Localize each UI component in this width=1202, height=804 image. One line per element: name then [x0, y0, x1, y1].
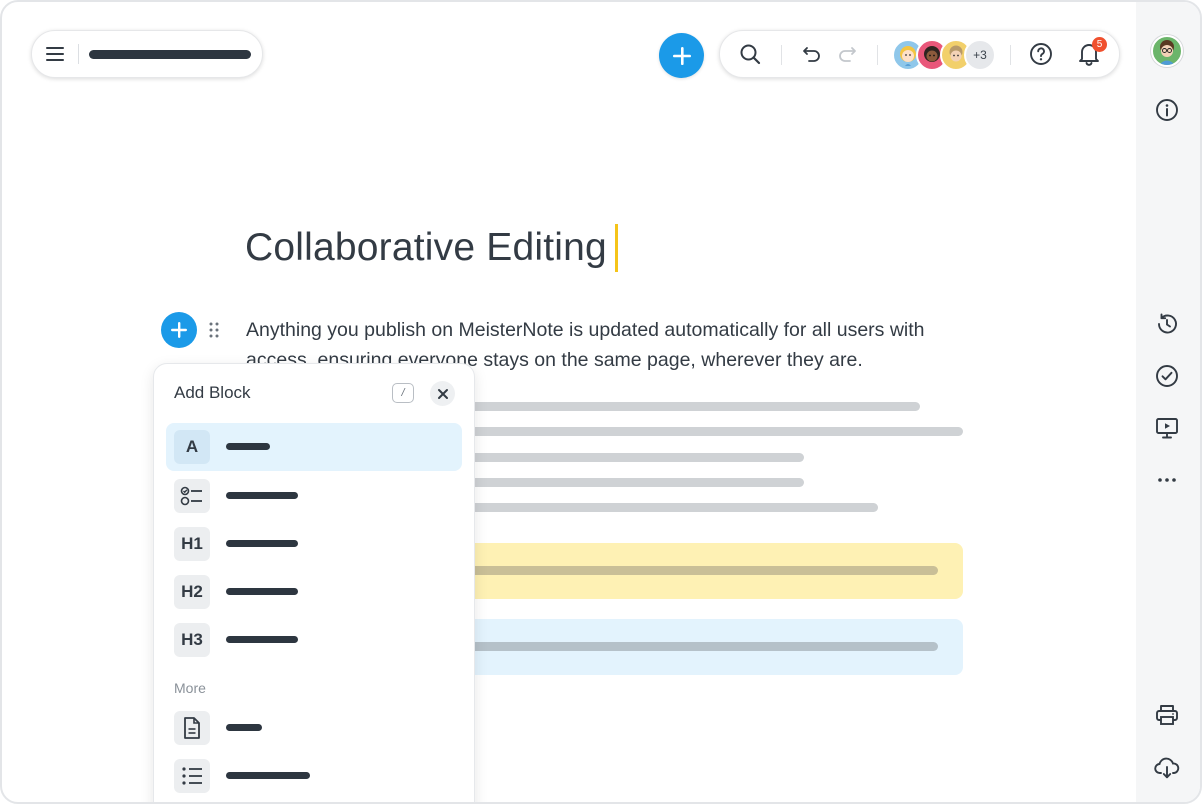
placeholder-line — [432, 478, 804, 487]
close-button[interactable] — [430, 381, 455, 406]
block-option-text[interactable]: A — [166, 423, 462, 471]
divider — [781, 45, 782, 65]
placeholder-line — [462, 642, 938, 651]
option-label — [226, 443, 270, 450]
divider — [877, 45, 878, 65]
option-label — [226, 724, 262, 731]
tasks-button[interactable] — [1152, 361, 1182, 391]
block-option-bulleted-list[interactable] — [166, 752, 462, 800]
block-option-heading-1[interactable]: H1 — [166, 520, 462, 568]
notification-badge: 5 — [1092, 37, 1107, 52]
presentation-icon — [1156, 418, 1178, 439]
info-icon — [1156, 99, 1178, 121]
block-option-heading-2[interactable]: H2 — [166, 568, 462, 616]
add-block-menu: Add Block / A H1 H2 H3 More — [153, 363, 475, 802]
page-icon — [174, 711, 210, 745]
check-circle-icon — [1156, 365, 1178, 387]
cloud-download-icon — [1154, 757, 1180, 779]
toolbar: +3 5 — [719, 30, 1120, 78]
download-button[interactable] — [1152, 753, 1182, 783]
help-circle-icon — [1030, 43, 1052, 65]
hamburger-menu-icon — [46, 47, 64, 61]
placeholder-line — [432, 503, 878, 512]
search-button[interactable] — [736, 40, 764, 68]
document-name[interactable] — [89, 49, 251, 59]
callout-blue[interactable] — [432, 619, 963, 675]
redo-icon — [839, 47, 856, 62]
placeholder-line — [432, 402, 920, 411]
plus-icon — [672, 46, 691, 65]
bulleted-list-icon — [174, 759, 210, 793]
user-avatar[interactable] — [1151, 35, 1183, 67]
shortcut-hint: / — [392, 383, 414, 403]
divider — [78, 44, 79, 64]
drag-handle-icon[interactable] — [207, 321, 221, 339]
print-button[interactable] — [1152, 700, 1182, 730]
block-option-page[interactable] — [166, 704, 462, 752]
block-option-checklist[interactable] — [166, 472, 462, 520]
right-sidebar — [1136, 2, 1200, 802]
heading-1-icon: H1 — [174, 527, 210, 561]
callout-yellow[interactable] — [432, 543, 963, 599]
option-label — [226, 772, 310, 779]
document-title-text[interactable]: Collaborative Editing — [245, 226, 607, 270]
divider — [1010, 45, 1011, 65]
undo-icon — [803, 47, 820, 62]
more-collaborators[interactable]: +3 — [964, 39, 996, 71]
plus-icon — [171, 322, 187, 338]
close-icon — [437, 388, 448, 399]
option-label — [226, 588, 298, 595]
block-option-heading-3[interactable]: H3 — [166, 616, 462, 664]
history-button[interactable] — [1152, 309, 1182, 339]
option-label — [226, 636, 298, 643]
add-block-title: Add Block — [174, 383, 251, 402]
history-icon — [1158, 313, 1177, 334]
undo-button[interactable] — [798, 40, 826, 68]
search-icon — [740, 44, 761, 65]
app-window: +3 5 Collaborative Editing Anything you … — [0, 0, 1202, 804]
redo-button[interactable] — [833, 40, 861, 68]
option-label — [226, 492, 298, 499]
more-button[interactable] — [1152, 465, 1182, 495]
block-add-button[interactable] — [161, 312, 197, 348]
heading-3-icon: H3 — [174, 623, 210, 657]
placeholder-line — [432, 427, 963, 436]
add-button[interactable] — [659, 33, 704, 78]
option-label — [226, 540, 298, 547]
document-title[interactable]: Collaborative Editing — [245, 224, 618, 272]
placeholder-line — [432, 453, 804, 462]
present-button[interactable] — [1152, 413, 1182, 443]
text-icon: A — [174, 430, 210, 464]
checklist-icon — [174, 479, 210, 513]
heading-2-icon: H2 — [174, 575, 210, 609]
more-icon — [1158, 478, 1176, 482]
print-icon — [1156, 705, 1178, 725]
placeholder-line — [462, 566, 938, 575]
menu-button[interactable] — [32, 31, 78, 77]
document-nav-pill — [31, 30, 263, 78]
text-cursor — [614, 224, 618, 272]
info-button[interactable] — [1152, 95, 1182, 125]
more-section-label: More — [174, 680, 206, 696]
help-button[interactable] — [1027, 40, 1055, 68]
